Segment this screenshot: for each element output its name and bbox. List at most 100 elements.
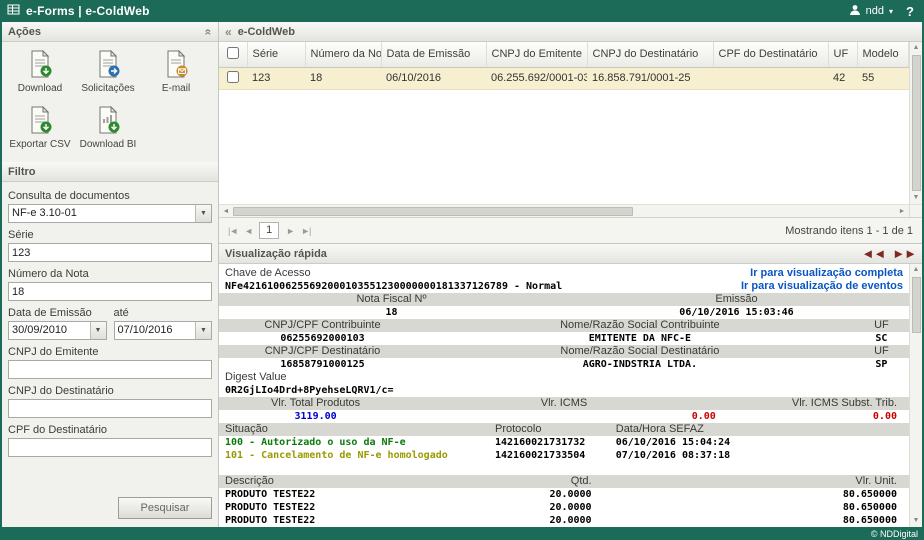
col-numero-nota[interactable]: Número da Nota	[305, 42, 381, 67]
cell-cnpj-emitente: 06.255.692/0001-03	[486, 67, 587, 89]
cnpj-emitente-input[interactable]	[8, 360, 212, 379]
col-uf[interactable]: UF	[828, 42, 857, 67]
action-download[interactable]: Download	[6, 50, 74, 94]
grid-vertical-scrollbar[interactable]: ▲ ▼	[909, 42, 922, 204]
action-email[interactable]: E-mail	[142, 50, 210, 94]
table-header-row: Série Número da Nota Data de Emissão CNP…	[219, 42, 909, 67]
action-label: Exportar CSV	[9, 139, 70, 150]
collapse-panel-icon[interactable]: «	[225, 25, 232, 39]
produto-row: PRODUTO TESTE22 20.0000 80.650000	[219, 488, 909, 501]
quickview-header: Visualização rápida ◄◄ ►►	[219, 244, 922, 264]
chevron-down-icon[interactable]: ▼	[90, 322, 106, 339]
sidebar: Ações « Download Solicitações	[2, 22, 219, 527]
vscroll-thumb[interactable]	[912, 277, 921, 333]
filter-panel-title: Filtro	[8, 166, 36, 178]
data-emissao-de-picker[interactable]: 30/09/2010 ▼	[8, 321, 107, 340]
col-cnpj-emitente[interactable]: CNPJ do Emitente	[486, 42, 587, 67]
grid-panel-header: « e-ColdWeb	[219, 22, 922, 42]
data-emissao-label: Data de Emissão	[8, 307, 107, 319]
chave-acesso-label: Chave de Acesso	[225, 267, 311, 280]
help-button[interactable]: ?	[906, 4, 914, 19]
prev-page-icon[interactable]: ◄	[244, 226, 252, 236]
band-destinatario: CNPJ/CPF Destinatário Nome/Razão Social …	[219, 345, 909, 358]
vscroll-thumb[interactable]	[912, 55, 921, 191]
col-data-emissao[interactable]: Data de Emissão	[381, 42, 486, 67]
link-visualizacao-completa[interactable]: Ir para visualização completa	[750, 267, 903, 280]
cpf-destinatario-input[interactable]	[8, 438, 212, 457]
table-row[interactable]: 123 18 06/10/2016 06.255.692/0001-03 16.…	[219, 67, 909, 89]
scroll-right-icon[interactable]: ►	[895, 205, 909, 218]
consulta-documentos-select[interactable]: NF-e 3.10-01 ▼	[8, 204, 212, 223]
action-solicitacoes[interactable]: Solicitações	[74, 50, 142, 94]
situacao-protocolo: 142160021731732	[495, 436, 616, 449]
user-menu[interactable]: ndd	[866, 5, 884, 17]
scroll-up-icon[interactable]: ▲	[913, 264, 920, 276]
col-serie[interactable]: Série	[247, 42, 305, 67]
hscroll-thumb[interactable]	[233, 207, 633, 216]
last-page-icon[interactable]: ►|	[301, 226, 310, 236]
requests-document-icon	[95, 50, 121, 81]
band-produtos: Descrição Qtd. Vlr. Unit.	[219, 475, 909, 488]
current-page-box[interactable]: 1	[259, 222, 279, 239]
situacao-data: 06/10/2016 15:04:24	[616, 436, 909, 449]
consulta-documentos-label: Consulta de documentos	[8, 190, 212, 202]
numero-nota-label: Número da Nota	[8, 268, 212, 280]
serie-input[interactable]	[8, 243, 212, 262]
nome-contribuinte-value: EMITENTE DA NFC-E	[426, 332, 854, 345]
app-window: e-Forms | e-ColdWeb ndd ▾ ? Ações «	[0, 0, 924, 540]
produto-row: PRODUTO TESTE22 20.0000 80.650000	[219, 514, 909, 527]
produto-vlr-unit: 80.650000	[592, 488, 909, 501]
uf-label: UF	[854, 345, 909, 358]
scroll-down-icon[interactable]: ▼	[913, 515, 920, 527]
filter-panel-header: Filtro	[2, 162, 218, 182]
col-modelo[interactable]: Modelo	[857, 42, 909, 67]
action-exportar-csv[interactable]: Exportar CSV	[6, 106, 74, 150]
situacao-row: 101 - Cancelamento de NF-e homologado 14…	[219, 449, 909, 462]
cnpj-destinatario-input[interactable]	[8, 399, 212, 418]
data-emissao-ate-picker[interactable]: 07/10/2016 ▼	[114, 321, 213, 340]
protocolo-label: Protocolo	[495, 423, 616, 436]
col-cnpj-destinatario[interactable]: CNPJ do Destinatário	[587, 42, 713, 67]
uf-label: UF	[854, 319, 909, 332]
digest-value: 0R2GjLIo4Drd+8PyehseLQRV1/c=	[225, 384, 394, 397]
copyright-text: © NDDigital	[871, 529, 918, 539]
vlr-icms-st-value: 0.00	[716, 410, 909, 423]
chevron-down-icon[interactable]: ▼	[195, 205, 211, 222]
scroll-down-icon[interactable]: ▼	[913, 192, 920, 204]
first-page-icon[interactable]: |◄	[228, 226, 237, 236]
cnpj-emitente-label: CNPJ do Emitente	[8, 346, 212, 358]
next-page-icon[interactable]: ►	[286, 226, 294, 236]
numero-nota-input[interactable]	[8, 282, 212, 301]
action-label: E-mail	[162, 83, 190, 94]
export-csv-icon	[27, 106, 53, 137]
col-cpf-destinatario[interactable]: CPF do Destinatário	[713, 42, 828, 67]
vlr-icms-label: Vlr. ICMS	[412, 397, 716, 410]
next-document-icon[interactable]: ►►	[892, 246, 916, 261]
scroll-up-icon[interactable]: ▲	[913, 42, 920, 54]
scroll-left-icon[interactable]: ◄	[219, 205, 233, 218]
quickview-title: Visualização rápida	[225, 248, 855, 260]
action-download-bi[interactable]: Download BI	[74, 106, 142, 150]
chevron-down-icon[interactable]: ▼	[195, 322, 211, 339]
band-situacao: Situação Protocolo Data/Hora SEFAZ	[219, 423, 909, 436]
select-all-checkbox[interactable]	[227, 47, 239, 59]
chevron-down-icon[interactable]: ▾	[889, 7, 893, 16]
collapse-actions-icon[interactable]: «	[202, 28, 216, 35]
produto-qtd: 20.0000	[495, 488, 592, 501]
cell-serie: 123	[247, 67, 305, 89]
horizontal-scrollbar[interactable]: ◄ ►	[219, 204, 909, 217]
emissao-value: 06/10/2016 15:03:46	[564, 306, 909, 319]
cnpj-destinatario-label: CNPJ/CPF Destinatário	[219, 345, 426, 358]
actions-panel-header: Ações «	[2, 22, 218, 42]
pesquisar-button[interactable]: Pesquisar	[118, 497, 212, 519]
pager-status: Mostrando itens 1 - 1 de 1	[785, 225, 913, 237]
quickview-vertical-scrollbar[interactable]: ▲ ▼	[909, 264, 922, 527]
link-visualizacao-eventos[interactable]: Ir para visualização de eventos	[741, 280, 903, 293]
row-checkbox[interactable]	[227, 71, 239, 83]
actions-panel-title: Ações	[8, 26, 41, 38]
email-document-icon	[163, 50, 189, 81]
cell-uf: 42	[828, 67, 857, 89]
produto-descricao: PRODUTO TESTE22	[219, 514, 495, 527]
pager: |◄ ◄ 1 ► ►| Mostrando itens 1 - 1 de 1	[219, 217, 922, 243]
previous-document-icon[interactable]: ◄◄	[862, 246, 886, 261]
